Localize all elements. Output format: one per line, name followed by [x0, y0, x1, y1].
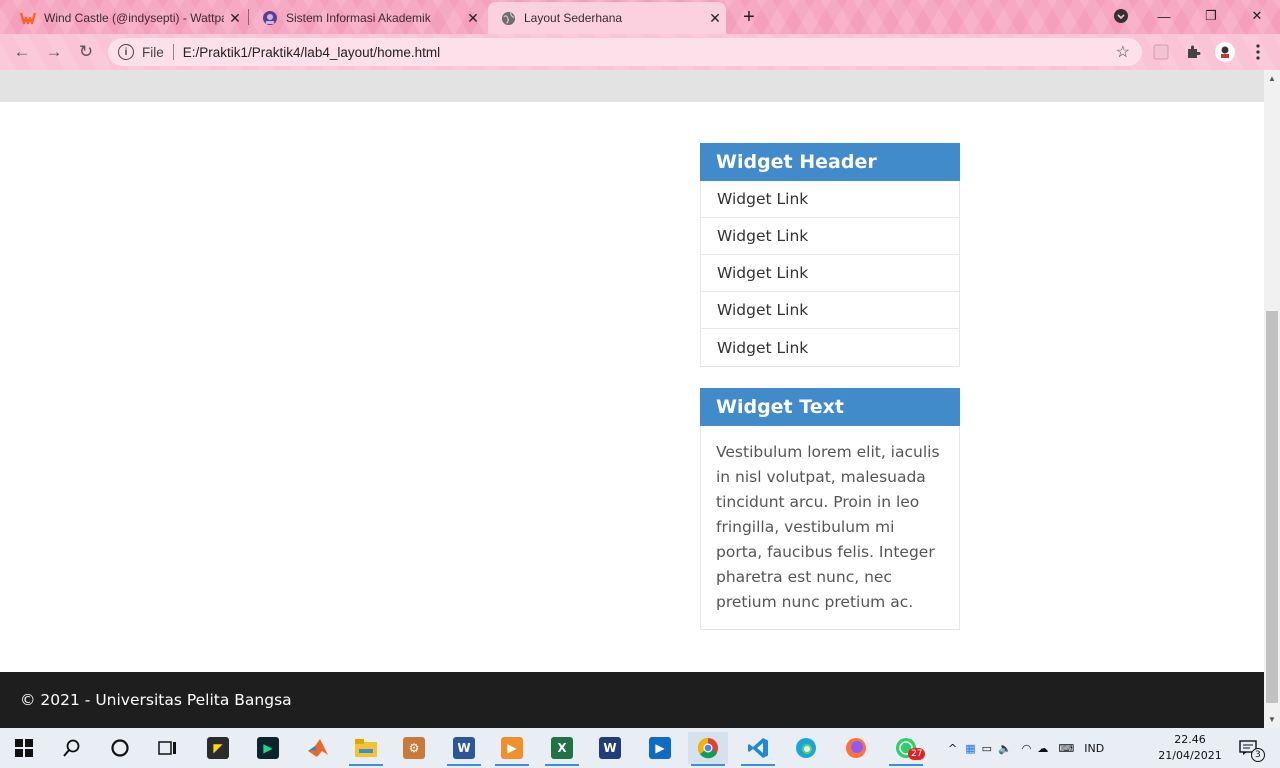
clock-date: 21/04/2021 — [1158, 749, 1222, 762]
wifi-icon[interactable]: ◠ — [1022, 742, 1032, 755]
scroll-down-arrow-icon[interactable]: ▼ — [1268, 715, 1276, 724]
system-tray: ^ ▦ ▭ 🔈 ◠ ☁ ⌨ IND — [948, 728, 1104, 768]
edge-icon[interactable] — [786, 732, 826, 764]
task-view-icon[interactable] — [148, 732, 188, 764]
widget-link[interactable]: Widget Link — [701, 218, 959, 255]
page-footer: © 2021 - Universitas Pelita Bangsa — [0, 672, 1264, 728]
sticky-notes-icon[interactable]: ◤ — [198, 732, 238, 764]
extensions-puzzle-icon[interactable] — [1183, 42, 1203, 62]
bookmark-star-icon[interactable]: ☆ — [1116, 42, 1130, 62]
scroll-up-arrow-icon[interactable]: ▲ — [1268, 74, 1276, 83]
pycharm-icon[interactable]: ▶ — [248, 732, 288, 764]
tab-akademik[interactable]: Sistem Informasi Akademik ✕ — [250, 2, 484, 34]
notification-center-icon[interactable]: 3 — [1228, 732, 1268, 764]
widget-text: Widget Text Vestibulum lorem elit, iacul… — [700, 388, 960, 630]
widget-header-title: Widget Header — [700, 143, 960, 181]
extension-icon[interactable] — [1151, 42, 1171, 62]
reload-icon[interactable]: ↻ — [74, 40, 98, 64]
profile-avatar[interactable] — [1215, 42, 1235, 62]
tab-title: Layout Sederhana — [524, 11, 623, 25]
widget-text-body: Vestibulum lorem elit, iaculis in nisl v… — [716, 443, 940, 611]
header-band — [0, 70, 1264, 102]
tab-layout-sederhana[interactable]: Layout Sederhana ✕ — [488, 2, 726, 34]
keyboard-icon[interactable]: ⌨ — [1058, 742, 1074, 755]
tab-wattpad[interactable]: Wind Castle (@indysepti) - Wattpad ✕ — [8, 2, 246, 34]
whatsapp-icon[interactable]: 27 — [886, 732, 926, 766]
widget-link[interactable]: Widget Link — [701, 292, 959, 329]
widget-link[interactable]: Widget Link — [701, 181, 959, 218]
browser-toolbar: ← → ↻ i File E:/Praktik1/Praktik4/lab4_l… — [0, 34, 1280, 70]
presentation-icon[interactable]: ▶ — [640, 732, 680, 764]
footer-copyright: © 2021 - Universitas Pelita Bangsa — [20, 691, 292, 709]
media-player-icon[interactable]: ▶ — [492, 732, 532, 766]
widget-text-title: Widget Text — [700, 388, 960, 426]
system-app-icon[interactable]: ⚙ — [394, 732, 434, 764]
firefox-icon[interactable] — [836, 732, 876, 764]
network-drive-icon[interactable]: ▦ — [965, 742, 975, 755]
taskbar-clock[interactable]: 22.46 21/04/2021 — [1158, 732, 1222, 764]
notification-count-badge: 3 — [1251, 748, 1265, 762]
new-tab-button[interactable]: + — [738, 6, 760, 28]
akademik-icon — [262, 10, 278, 26]
file-explorer-icon[interactable] — [346, 732, 386, 766]
address-bar[interactable]: i File E:/Praktik1/Praktik4/lab4_layout/… — [108, 38, 1142, 66]
windows-start-icon[interactable] — [4, 732, 44, 764]
browser-tab-bar: Wind Castle (@indysepti) - Wattpad ✕ Sis… — [0, 0, 1280, 34]
word-icon[interactable]: W — [444, 732, 484, 766]
excel-icon[interactable]: X — [542, 732, 582, 766]
matlab-icon[interactable] — [298, 732, 338, 764]
widget-links: Widget Header Widget Link Widget Link Wi… — [700, 143, 960, 367]
widget-link[interactable]: Widget Link — [701, 329, 959, 366]
address-url[interactable]: E:/Praktik1/Praktik4/lab4_layout/home.ht… — [183, 45, 440, 60]
site-info-icon[interactable]: i — [118, 44, 134, 60]
tab-separator — [248, 9, 249, 25]
page-scrollbar[interactable]: ▲ ▼ — [1264, 70, 1280, 728]
tab-title: Wind Castle (@indysepti) - Wattpad — [44, 11, 224, 25]
whatsapp-unread-badge: 27 — [908, 748, 926, 760]
search-icon[interactable] — [52, 732, 92, 764]
menu-kebab-icon[interactable] — [1248, 42, 1268, 62]
address-scheme: File — [142, 44, 164, 60]
input-language[interactable]: IND — [1084, 742, 1104, 755]
cortana-icon[interactable] — [100, 732, 140, 764]
wattpad-icon — [20, 10, 36, 26]
clock-time: 22.46 — [1174, 733, 1206, 746]
show-hidden-icons-chevron-icon[interactable]: ^ — [948, 742, 957, 755]
close-tab-icon[interactable]: ✕ — [462, 7, 484, 29]
scroll-thumb[interactable] — [1266, 311, 1278, 703]
widget-link[interactable]: Widget Link — [701, 255, 959, 292]
minimize-icon[interactable]: — — [1150, 4, 1178, 28]
close-tab-icon[interactable]: ✕ — [704, 7, 726, 29]
close-window-icon[interactable]: ✕ — [1243, 4, 1271, 28]
forward-icon[interactable]: → — [42, 40, 66, 64]
battery-icon[interactable]: ▭ — [982, 742, 992, 755]
tab-title: Sistem Informasi Akademik — [286, 11, 431, 25]
page-viewport: Widget Header Widget Link Widget Link Wi… — [0, 70, 1264, 728]
back-icon[interactable]: ← — [10, 40, 34, 64]
onedrive-icon[interactable]: ☁ — [1037, 742, 1048, 755]
widget-link-list: Widget Link Widget Link Widget Link Widg… — [701, 181, 959, 366]
windows-taskbar: ◤ ▶ ⚙ W ▶ X W ▶ 27 ^ ▦ ▭ 🔈 ◠ ☁ ⌨ IND 22.… — [0, 728, 1280, 768]
winrar-icon[interactable]: W — [590, 732, 630, 764]
tab-search-icon[interactable] — [1107, 4, 1135, 28]
globe-icon — [500, 10, 516, 26]
restore-icon[interactable]: ❐ — [1197, 4, 1225, 28]
address-divider — [172, 44, 174, 60]
volume-icon[interactable]: 🔈 — [998, 742, 1012, 755]
chrome-icon[interactable] — [688, 732, 728, 766]
vscode-icon[interactable] — [738, 732, 778, 766]
close-tab-icon[interactable]: ✕ — [224, 7, 246, 29]
